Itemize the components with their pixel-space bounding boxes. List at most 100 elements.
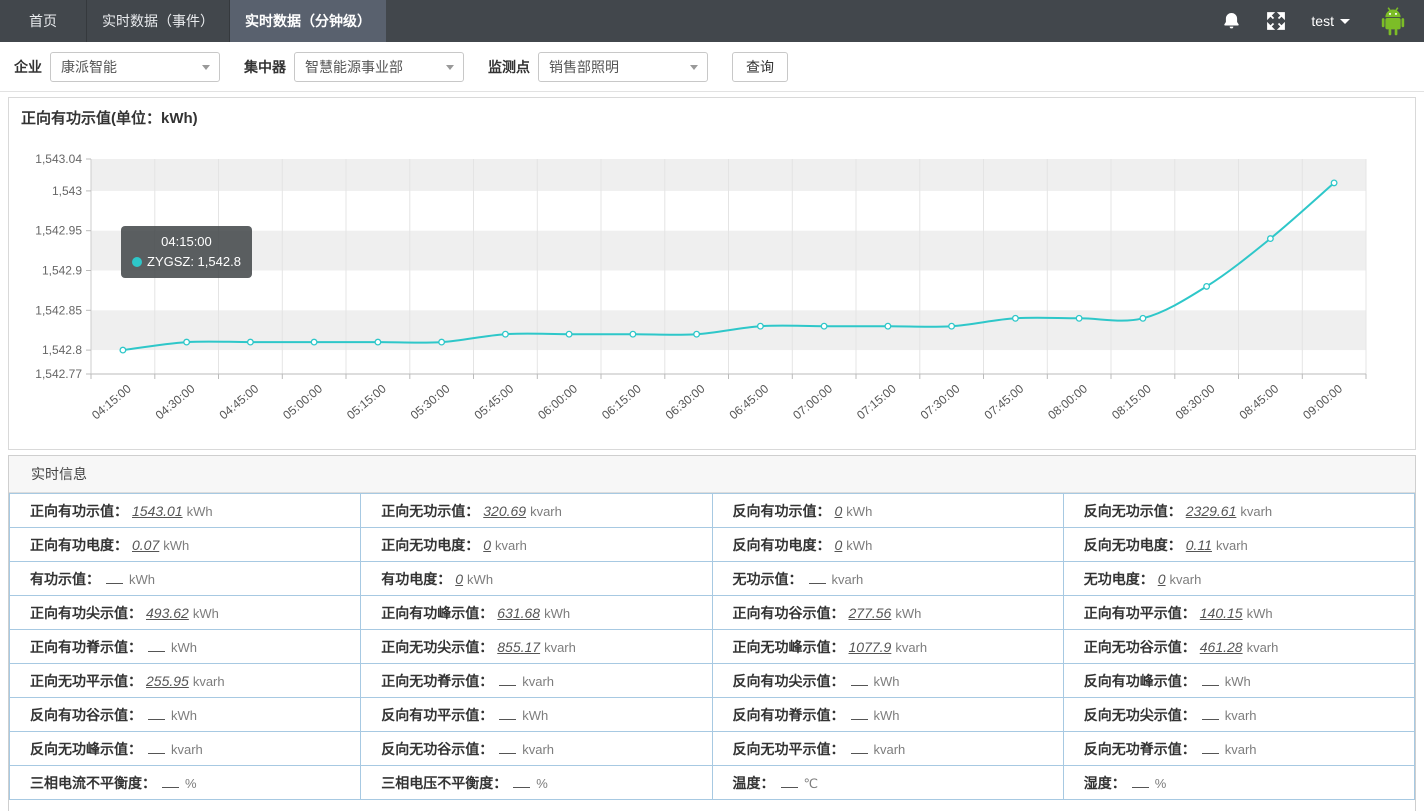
metric-value-link[interactable]: 1543.01 [132, 503, 183, 519]
metric-unit: kWh [846, 538, 872, 553]
svg-text:08:15:00: 08:15:00 [1109, 381, 1154, 422]
metric-cell: 反向无功示值：2329.61kvarh [1063, 494, 1414, 528]
metric-unit: kvarh [171, 742, 203, 757]
metric-unit: kWh [846, 504, 872, 519]
metric-cell: 正向有功谷示值：277.56kWh [712, 596, 1063, 630]
user-dropdown[interactable]: test [1311, 13, 1350, 29]
metric-value-link[interactable]: 0 [835, 503, 843, 519]
bell-icon[interactable] [1222, 11, 1241, 31]
metric-unit: kWh [522, 708, 548, 723]
svg-text:07:30:00: 07:30:00 [918, 381, 963, 422]
metric-value-link[interactable]: 0 [455, 571, 463, 587]
metric-cell: 正向有功平示值：140.15kWh [1063, 596, 1414, 630]
metric-unit: % [1155, 776, 1167, 791]
metric-label: 有功示值： [30, 571, 100, 587]
line-chart-panel: 正向有功示值(单位：kWh) 1,542.771,542.81,542.851,… [8, 97, 1416, 450]
metric-unit: kvarh [1170, 572, 1202, 587]
svg-text:04:45:00: 04:45:00 [217, 381, 262, 422]
table-row: 反向无功峰示值：kvarh反向无功谷示值：kvarh反向无功平示值：kvarh反… [10, 732, 1415, 766]
metric-value-link[interactable]: 1077.9 [849, 639, 892, 655]
metric-label: 反向有功电度： [733, 537, 831, 553]
enterprise-select[interactable]: 康派智能 [50, 52, 220, 82]
svg-text:05:45:00: 05:45:00 [472, 381, 517, 422]
metric-value-empty [162, 784, 179, 788]
metric-value-link[interactable]: 631.68 [497, 605, 540, 621]
metric-value-link[interactable]: 277.56 [849, 605, 892, 621]
realtime-info-panel: 实时信息 正向有功示值：1543.01kWh正向无功示值：320.69kvarh… [8, 455, 1416, 811]
metric-value-link[interactable]: 461.28 [1200, 639, 1243, 655]
tab-home[interactable]: 首页 [0, 0, 87, 42]
metric-label: 反向无功电度： [1084, 537, 1182, 553]
metric-unit: % [185, 776, 197, 791]
metric-unit: kWh [163, 538, 189, 553]
chevron-down-icon [202, 65, 210, 70]
metric-value-link[interactable]: 320.69 [483, 503, 526, 519]
metric-cell: 有功电度：0kWh [361, 562, 712, 596]
svg-text:06:15:00: 06:15:00 [599, 381, 644, 422]
concentrator-label: 集中器 [244, 57, 286, 77]
metric-cell: 反向有功尖示值：kWh [712, 664, 1063, 698]
metric-value-link[interactable]: 493.62 [146, 605, 189, 621]
metric-cell: 正向有功脊示值：kWh [10, 630, 361, 664]
metric-unit: kvarh [1247, 640, 1279, 655]
metric-cell: 正向无功平示值：255.95kvarh [10, 664, 361, 698]
metric-cell: 反向无功峰示值：kvarh [10, 732, 361, 766]
metric-value-empty [148, 750, 165, 754]
metric-value-link[interactable]: 855.17 [497, 639, 540, 655]
monitor-point-select[interactable]: 销售部照明 [538, 52, 708, 82]
svg-text:05:00:00: 05:00:00 [280, 381, 325, 422]
table-row: 有功示值：kWh有功电度：0kWh无功示值：kvarh无功电度：0kvarh [10, 562, 1415, 596]
metric-unit: kvarh [544, 640, 576, 655]
metric-value-link[interactable]: 255.95 [146, 673, 189, 689]
fullscreen-icon[interactable] [1267, 12, 1285, 30]
metric-cell: 正向有功电度：0.07kWh [10, 528, 361, 562]
metric-value-link[interactable]: 0 [1158, 571, 1166, 587]
metric-unit: kWh [874, 708, 900, 723]
metric-value-empty [513, 784, 530, 788]
metric-value-empty [1202, 682, 1219, 686]
svg-text:08:00:00: 08:00:00 [1045, 381, 1090, 422]
realtime-metrics-table: 正向有功示值：1543.01kWh正向无功示值：320.69kvarh反向有功示… [9, 493, 1415, 800]
metric-unit: kWh [193, 606, 219, 621]
metric-cell: 反向无功平示值：kvarh [712, 732, 1063, 766]
metric-label: 正向无功峰示值： [733, 639, 845, 655]
metric-cell: 三相电流不平衡度：% [10, 766, 361, 800]
svg-text:1,542.77: 1,542.77 [35, 367, 82, 381]
svg-text:1,542.9: 1,542.9 [42, 264, 82, 278]
svg-text:08:30:00: 08:30:00 [1173, 381, 1218, 422]
enterprise-label: 企业 [14, 57, 42, 77]
concentrator-select-value: 智慧能源事业部 [305, 57, 403, 77]
metric-label: 正向无功电度： [381, 537, 479, 553]
metric-value-link[interactable]: 0 [835, 537, 843, 553]
svg-text:06:00:00: 06:00:00 [535, 381, 580, 422]
metric-label: 反向有功脊示值： [733, 707, 845, 723]
metric-label: 三相电流不平衡度： [30, 775, 156, 791]
metric-value-link[interactable]: 2329.61 [1186, 503, 1237, 519]
metric-label: 正向有功尖示值： [30, 605, 142, 621]
metric-value-empty [1202, 716, 1219, 720]
metric-cell: 反向有功平示值：kWh [361, 698, 712, 732]
metric-label: 反向无功谷示值： [381, 741, 493, 757]
line-chart[interactable]: 1,542.771,542.81,542.851,542.91,542.951,… [9, 98, 1417, 450]
metric-unit: kWh [874, 674, 900, 689]
metric-label: 正向有功示值： [30, 503, 128, 519]
metric-value-link[interactable]: 0.07 [132, 537, 159, 553]
metric-cell: 正向有功示值：1543.01kWh [10, 494, 361, 528]
metric-value-link[interactable]: 0.11 [1186, 537, 1212, 553]
svg-text:06:30:00: 06:30:00 [663, 381, 708, 422]
metric-label: 湿度： [1084, 775, 1126, 791]
metric-label: 正向无功尖示值： [381, 639, 493, 655]
concentrator-select[interactable]: 智慧能源事业部 [294, 52, 464, 82]
tab-realtime-minute[interactable]: 实时数据（分钟级） [230, 0, 386, 42]
query-button[interactable]: 查询 [732, 52, 788, 82]
metric-unit: kvarh [1240, 504, 1272, 519]
metric-value-link[interactable]: 140.15 [1200, 605, 1243, 621]
tab-realtime-event[interactable]: 实时数据（事件） [87, 0, 230, 42]
metric-label: 正向有功平示值： [1084, 605, 1196, 621]
metric-cell: 正向无功示值：320.69kvarh [361, 494, 712, 528]
metric-unit: kWh [171, 708, 197, 723]
metric-value-link[interactable]: 0 [483, 537, 491, 553]
svg-text:04:30:00: 04:30:00 [153, 381, 198, 422]
android-avatar[interactable] [1376, 4, 1410, 38]
metric-cell: 反向有功峰示值：kWh [1063, 664, 1414, 698]
